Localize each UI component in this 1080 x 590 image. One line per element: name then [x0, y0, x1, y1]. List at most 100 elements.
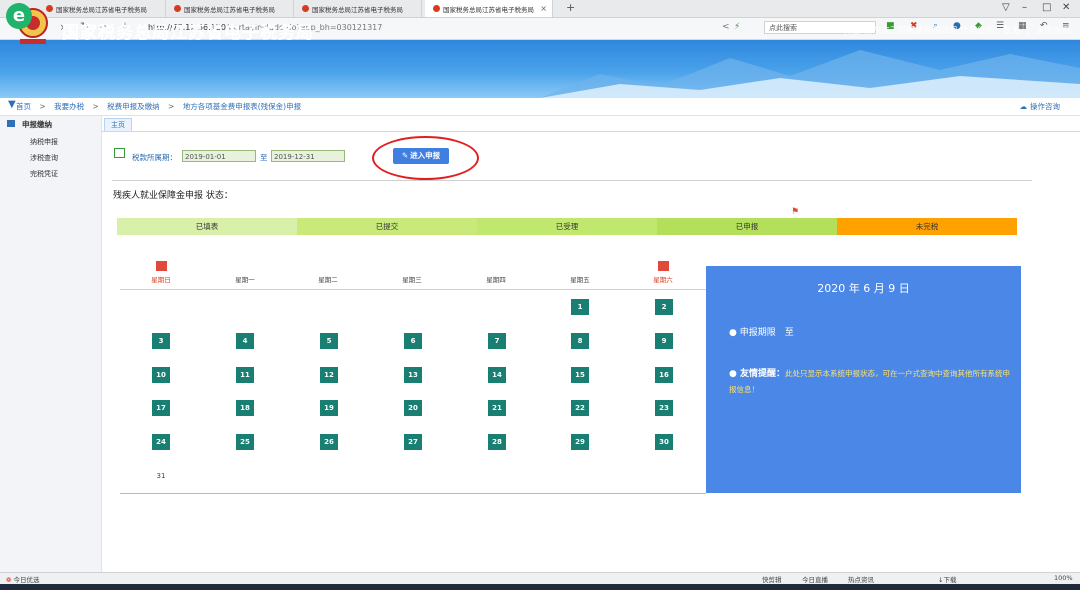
calendar-day[interactable]: 15	[571, 367, 589, 383]
calendar-header-line	[120, 289, 706, 290]
site-favicon-icon	[174, 5, 181, 12]
sidebar-title[interactable]: 申报缴纳	[22, 119, 52, 130]
sidebar-item-tax-certificate[interactable]: 完税凭证	[30, 169, 58, 179]
new-tab-button[interactable]: +	[566, 1, 575, 14]
calendar-day[interactable]: 9	[655, 333, 673, 349]
site-header	[0, 40, 1080, 98]
flag-icon: ⚑	[791, 207, 800, 217]
restore-icon[interactable]: □	[1042, 2, 1051, 13]
calendar-day[interactable]: 2	[655, 299, 673, 315]
calendar-day[interactable]: 19	[320, 400, 338, 416]
calendar-day[interactable]: 27	[404, 434, 422, 450]
breadcrumb-item[interactable]: 我要办税	[54, 102, 84, 111]
daily-picks-link[interactable]: ❁ 今日优选	[6, 574, 40, 584]
help-icon: ☁	[1019, 102, 1028, 111]
calendar-day[interactable]: 16	[655, 367, 673, 383]
calendar-day[interactable]: 6	[404, 333, 422, 349]
calendar-day[interactable]: 7	[488, 333, 506, 349]
mountain-banner	[540, 50, 1080, 98]
calendar-day[interactable]: 14	[488, 367, 506, 383]
calendar-day[interactable]: 13	[404, 367, 422, 383]
calendar-day[interactable]: 23	[655, 400, 673, 416]
close-page-link[interactable]: 关闭当页	[1036, 26, 1070, 36]
period-label: 税款所属期：	[132, 153, 177, 162]
calendar-day[interactable]: 17	[152, 400, 170, 416]
hot-news-link[interactable]: 热点资讯	[848, 574, 874, 584]
calendar-day[interactable]: 25	[236, 434, 254, 450]
sidebar-item-tax-query[interactable]: 涉税查询	[30, 153, 58, 163]
calendar-day[interactable]: 28	[488, 434, 506, 450]
calendar-day[interactable]: 24	[152, 434, 170, 450]
calendar-day[interactable]: 10	[152, 367, 170, 383]
weekday-thursday: 星期四	[486, 276, 506, 284]
calendar-day[interactable]: 1	[571, 299, 589, 315]
calendar-day[interactable]: 8	[571, 333, 589, 349]
help-label: 操作咨询	[1030, 102, 1060, 111]
tab-close-icon[interactable]: ×	[540, 4, 547, 13]
enter-filing-button[interactable]: ✎ 进入申报	[393, 148, 449, 164]
calendar-day[interactable]: 4	[236, 333, 254, 349]
section-divider	[112, 180, 1032, 181]
welcome-text: 欢迎, 启东市三恒服装有限公司 信用级别：暂无	[841, 26, 1020, 36]
tab-home[interactable]: 主页	[104, 118, 132, 131]
share-icon[interactable]: <	[722, 22, 730, 32]
calendar-day[interactable]: 26	[320, 434, 338, 450]
site-favicon-icon	[433, 5, 440, 12]
welcome-separator: |	[1026, 26, 1030, 36]
status-step-filled: 已填表	[117, 218, 297, 235]
reminder-block: ● 友情提醒：此处只显示本系统申报状态，可在一户式查询中查询其他所有系统申报信息…	[729, 366, 1014, 397]
browser-tab[interactable]: 国家税务总局江苏省电子税务局	[38, 0, 166, 17]
calendar-day[interactable]: 11	[236, 367, 254, 383]
status-step-accepted: 已受理	[477, 218, 657, 235]
reminder-label: ● 友情提醒：	[729, 369, 785, 379]
edit-icon: ✎	[401, 151, 409, 160]
site-title: 国家税务总局江苏省电子税务局	[62, 23, 314, 43]
breadcrumb-separator: >	[92, 102, 99, 111]
browser-tab-active[interactable]: 国家税务总局江苏省电子税务局 ×	[425, 0, 553, 17]
calendar-day[interactable]: 31	[152, 468, 170, 484]
lightning-icon[interactable]: ⚡	[734, 22, 740, 32]
location-pin-icon: ▼	[8, 99, 16, 110]
live-link[interactable]: 今日直播	[802, 574, 828, 584]
weekend-marker	[658, 261, 669, 271]
browser-logo-icon[interactable]: e	[6, 3, 32, 29]
date-from-field[interactable]: 2019-01-01	[182, 150, 256, 162]
pin-icon[interactable]: ▽	[1002, 2, 1010, 13]
calendar-day[interactable]: 3	[152, 333, 170, 349]
calendar-day[interactable]: 5	[320, 333, 338, 349]
minimize-icon[interactable]: –	[1022, 2, 1027, 13]
close-window-icon[interactable]: ✕	[1062, 2, 1070, 13]
sidebar-item-tax-filing[interactable]: 纳税申报	[30, 137, 58, 147]
date-to-field[interactable]: 2019-12-31	[271, 150, 345, 162]
calendar-day[interactable]: 12	[320, 367, 338, 383]
welcome-bar: 欢迎, 启东市三恒服装有限公司 信用级别：暂无 | 关闭当页	[842, 24, 1070, 36]
tab-label: 国家税务总局江苏省电子税务局	[184, 5, 275, 14]
grid-icon	[7, 120, 15, 127]
calendar-day[interactable]: 20	[404, 400, 422, 416]
browser-tab[interactable]: 国家税务总局江苏省电子税务局	[294, 0, 422, 17]
quick-clip-link[interactable]: 快剪辑	[762, 574, 782, 584]
calendar-bottom-line	[120, 493, 706, 494]
help-link[interactable]: ☁ 操作咨询	[1020, 101, 1061, 112]
breadcrumb-home[interactable]: 首页	[16, 102, 31, 111]
info-date: 2020 年 6 月 9 日	[817, 282, 910, 295]
calendar-day[interactable]: 18	[236, 400, 254, 416]
browser-tab[interactable]: 国家税务总局江苏省电子税务局	[166, 0, 294, 17]
calendar-day[interactable]: 30	[655, 434, 673, 450]
breadcrumb: 首页 > 我要办税 > 税费申报及缴纳 > 地方各项基金费申报表(残保金)申报	[16, 101, 301, 112]
weekday-monday: 星期一	[235, 276, 255, 284]
status-step-unpaid: 未完税	[837, 218, 1017, 235]
download-link[interactable]: ↓下载	[938, 574, 956, 584]
site-favicon-icon	[302, 5, 309, 12]
calendar-day[interactable]: 21	[488, 400, 506, 416]
breadcrumb-item[interactable]: 税费申报及缴纳	[107, 102, 160, 111]
breadcrumb-separator: >	[39, 102, 46, 111]
weekday-friday: 星期五	[570, 276, 590, 284]
calendar-day[interactable]: 22	[571, 400, 589, 416]
breadcrumb-separator: >	[168, 102, 175, 111]
weekday-tuesday: 星期二	[318, 276, 338, 284]
daily-picks-label: 今日优选	[13, 576, 40, 584]
calendar-day[interactable]: 29	[571, 434, 589, 450]
download-label: 下载	[943, 576, 957, 584]
zoom-level[interactable]: 100%	[1054, 574, 1073, 582]
